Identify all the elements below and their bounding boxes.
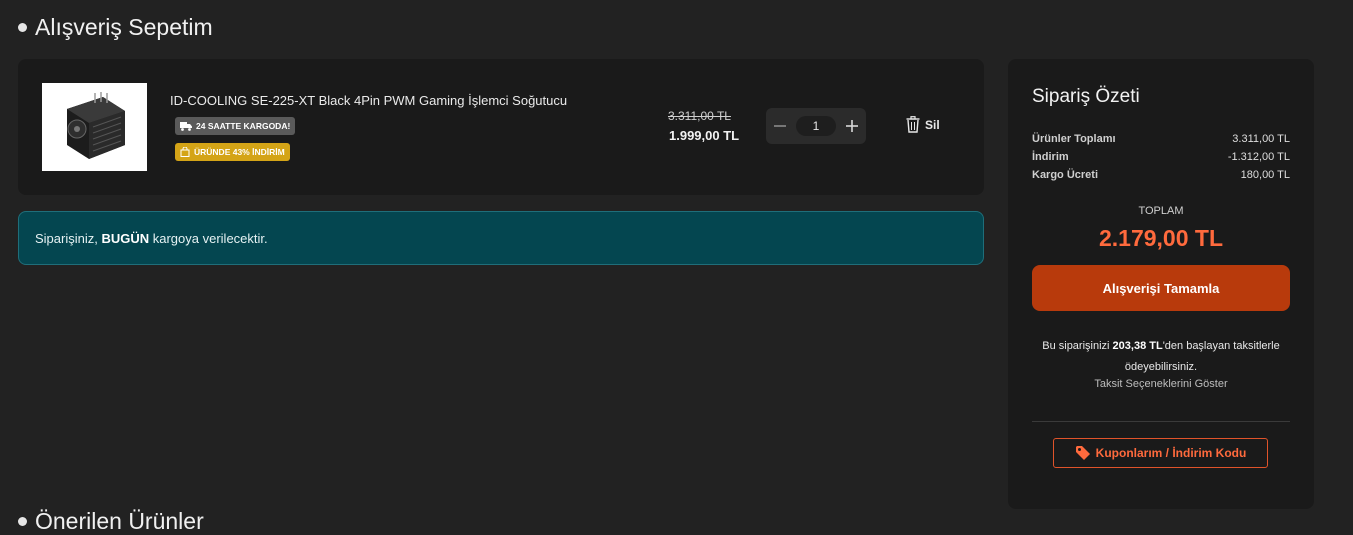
summary-row-shipping: Kargo Ücreti 180,00 TL: [1032, 169, 1290, 181]
order-summary: Sipariş Özeti Ürünler Toplamı 3.311,00 T…: [1008, 59, 1314, 509]
coupon-button[interactable]: Kuponlarım / İndirim Kodu: [1053, 438, 1268, 468]
bullet-icon: [18, 23, 27, 32]
shipping-notice: Siparişiniz, BUGÜN kargoya verilecektir.: [18, 211, 984, 265]
trash-icon: [906, 116, 920, 133]
bullet-icon: [18, 517, 27, 526]
minus-icon: [774, 125, 786, 127]
summary-value: 180,00 TL: [1240, 169, 1290, 181]
summary-row-discount: İndirim -1.312,00 TL: [1032, 151, 1290, 163]
cpu-cooler-icon: [66, 92, 125, 159]
coupon-label: Kuponlarım / İndirim Kodu: [1095, 446, 1247, 460]
old-price: 3.311,00 TL: [668, 109, 731, 123]
installment-info: Bu siparişinizi 203,38 TL'den başlayan t…: [1022, 336, 1300, 378]
notice-suffix: kargoya verilecektir.: [149, 231, 268, 246]
decrease-quantity-button[interactable]: [770, 116, 790, 136]
checkout-button[interactable]: Alışverişi Tamamla: [1032, 265, 1290, 311]
summary-label: İndirim: [1032, 151, 1069, 163]
cargo-badge: 24 SAATTE KARGODA!: [175, 117, 296, 135]
total-value: 2.179,00 TL: [1098, 225, 1224, 251]
delete-item-button[interactable]: Sil: [906, 116, 940, 133]
plus-icon: [846, 120, 858, 132]
notice-prefix: Siparişiniz,: [35, 231, 102, 246]
product-image[interactable]: [42, 83, 147, 171]
cargo-badge-text: 24 SAATTE KARGODA!: [196, 121, 291, 131]
installment-options-link[interactable]: Taksit Seçeneklerini Göster: [1008, 378, 1314, 390]
cart-title: Alışveriş Sepetim: [18, 14, 213, 41]
summary-label: Kargo Ücreti: [1032, 169, 1099, 181]
cart-item: ID-COOLING SE-225-XT Black 4Pin PWM Gami…: [18, 59, 984, 195]
product-name[interactable]: ID-COOLING SE-225-XT Black 4Pin PWM Gami…: [170, 93, 567, 108]
discount-badge-text: ÜRÜNDE 43% İNDİRİM: [194, 147, 285, 157]
quantity-input[interactable]: [796, 116, 836, 136]
notice-highlight: BUGÜN: [101, 231, 150, 246]
total-label: TOPLAM: [1138, 205, 1184, 217]
summary-label: Ürünler Toplamı: [1032, 133, 1116, 145]
tag-icon: [1075, 446, 1090, 460]
installment-prefix: Bu siparişinizi: [1042, 340, 1113, 352]
new-price: 1.999,00 TL: [669, 128, 740, 143]
cart-title-text: Alışveriş Sepetim: [35, 14, 213, 40]
bag-icon: [180, 147, 190, 157]
delete-label: Sil: [925, 117, 940, 132]
discount-badge: ÜRÜNDE 43% İNDİRİM: [175, 143, 290, 161]
installment-amount: 203,38 TL: [1112, 340, 1163, 352]
quantity-stepper: [766, 108, 866, 144]
summary-divider: [1032, 421, 1290, 422]
truck-icon: [180, 122, 192, 131]
summary-title: Sipariş Özeti: [1032, 86, 1140, 107]
summary-value: 3.311,00 TL: [1232, 133, 1290, 145]
increase-quantity-button[interactable]: [842, 116, 862, 136]
summary-row-products: Ürünler Toplamı 3.311,00 TL: [1032, 133, 1290, 145]
summary-value: -1.312,00 TL: [1227, 151, 1290, 163]
